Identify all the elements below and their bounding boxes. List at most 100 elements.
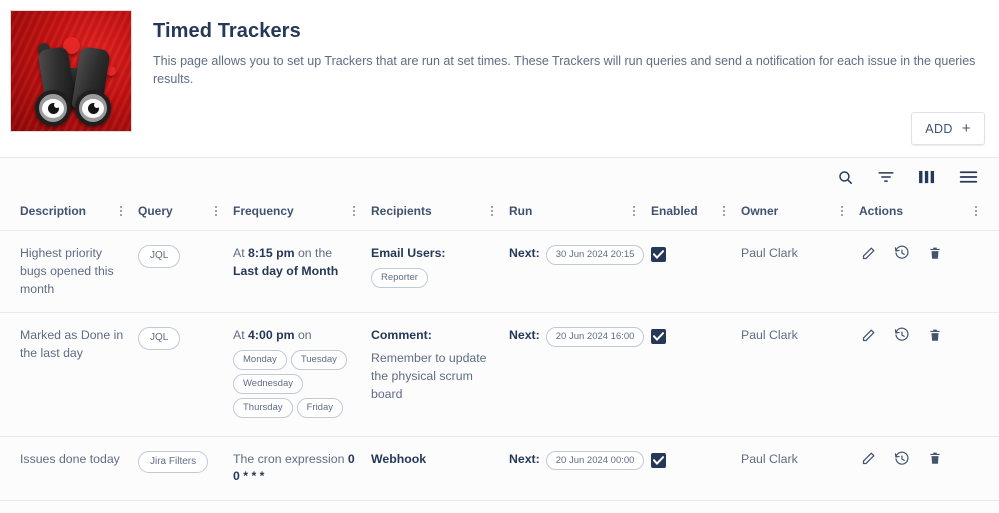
filter-icon[interactable]	[875, 166, 897, 188]
run-next-value: 20 Jun 2024 16:00	[545, 327, 645, 348]
column-menu-icon[interactable]	[118, 204, 124, 218]
table-toolbar	[0, 158, 999, 196]
run-next-value: 30 Jun 2024 20:15	[545, 245, 645, 265]
edit-icon[interactable]	[861, 328, 876, 343]
enabled-checkbox[interactable]	[651, 452, 666, 468]
plus-icon: +	[961, 120, 971, 137]
history-icon[interactable]	[894, 245, 910, 261]
cell-actions	[859, 230, 999, 314]
run-next-value: 20 Jun 2024 00:00	[545, 450, 645, 471]
column-label: Query	[138, 204, 173, 218]
cell-owner: Paul Clark	[741, 436, 859, 502]
column-header-owner[interactable]: Owner	[741, 196, 859, 231]
search-icon[interactable]	[834, 166, 856, 188]
column-header-query[interactable]: Query	[138, 196, 233, 231]
history-icon[interactable]	[894, 451, 910, 467]
column-menu-icon[interactable]	[351, 204, 357, 218]
cell-enabled	[651, 312, 741, 437]
query-type-chip[interactable]: Jira Filters	[138, 450, 209, 474]
frequency-prefix: The cron expression	[233, 451, 345, 466]
row-actions	[859, 245, 985, 261]
table-header-row: Description Query Frequency Recipients R…	[0, 196, 999, 231]
cell-query: JQL	[138, 230, 233, 314]
recipient-label: Email Users:	[371, 246, 446, 260]
delete-icon[interactable]	[928, 246, 942, 261]
recipient-chip[interactable]: Reporter	[371, 267, 428, 288]
frequency-middle: on the	[297, 246, 333, 260]
query-type-chip[interactable]: JQL	[138, 327, 181, 350]
binoculars-lens-right	[75, 90, 111, 126]
cell-query: JQL	[138, 312, 233, 437]
page-title: Timed Trackers	[153, 20, 301, 42]
add-button[interactable]: ADD +	[911, 112, 985, 145]
column-label: Actions	[859, 204, 904, 218]
enabled-checkbox[interactable]	[651, 247, 666, 262]
frequency-chip[interactable]: Wednesday	[233, 374, 303, 394]
column-menu-icon[interactable]	[631, 204, 637, 218]
column-label: Description	[20, 204, 87, 218]
cell-query: Jira Filters	[138, 436, 233, 502]
timed-trackers-page: Timed Trackers This page allows you to s…	[0, 0, 999, 513]
edit-icon[interactable]	[861, 451, 876, 466]
trackers-table-card: Description Query Frequency Recipients R…	[0, 157, 999, 513]
enabled-checkbox[interactable]	[651, 329, 666, 345]
column-header-frequency[interactable]: Frequency	[233, 196, 371, 231]
cell-run: Next: 30 Jun 2024 20:15	[509, 230, 651, 314]
header-text-block: Timed Trackers This page allows you to s…	[132, 10, 999, 132]
table-row[interactable]: Issues done today Jira Filters The cron ex…	[0, 436, 999, 502]
column-menu-icon[interactable]	[839, 204, 845, 218]
recipient-text: Remember to update the physical scrum bo…	[371, 351, 487, 401]
column-label: Recipients	[371, 204, 432, 218]
column-header-actions[interactable]: Actions	[859, 196, 999, 231]
frequency-chip[interactable]: Tuesday	[290, 350, 347, 371]
frequency-time: 4:00 pm	[248, 328, 295, 343]
menu-icon[interactable]	[957, 166, 979, 188]
column-menu-icon[interactable]	[489, 204, 495, 218]
cell-frequency: At 4:00 pm on Monday Tuesday Wednesday Thurs…	[233, 312, 371, 437]
add-button-label: ADD	[925, 121, 953, 136]
column-label: Run	[509, 204, 533, 218]
add-button-row: ADD +	[911, 112, 985, 145]
delete-icon[interactable]	[928, 328, 942, 343]
frequency-chip[interactable]: Thursday	[233, 397, 293, 418]
tracker-description: Issues done today	[20, 451, 120, 466]
frequency-chip[interactable]: Monday	[233, 350, 287, 371]
cell-run: Next: 20 Jun 2024 16:00	[509, 312, 651, 437]
owner-name: Paul Clark	[741, 328, 798, 343]
column-header-recipients[interactable]: Recipients	[371, 196, 509, 231]
cell-actions	[859, 436, 999, 502]
column-header-enabled[interactable]: Enabled	[651, 196, 741, 231]
history-icon[interactable]	[894, 327, 910, 343]
owner-name: Paul Clark	[741, 451, 798, 466]
frequency-chip[interactable]: Friday	[296, 397, 344, 418]
query-type-chip[interactable]: JQL	[138, 245, 181, 268]
tracker-description: Marked as Done in the last day	[20, 328, 124, 361]
cell-run: Next: 20 Jun 2024 00:00	[509, 436, 651, 502]
run-next-label: Next:	[509, 328, 540, 343]
table-body: Highest priority bugs opened this month J…	[0, 230, 999, 502]
column-label: Frequency	[233, 204, 294, 218]
frequency-time: 8:15 pm	[248, 246, 295, 260]
column-header-run[interactable]: Run	[509, 196, 651, 231]
recipient-label: Webhook	[371, 451, 427, 466]
edit-icon[interactable]	[861, 246, 876, 261]
columns-icon[interactable]	[916, 166, 938, 188]
binoculars-lens-left	[35, 90, 71, 126]
delete-icon[interactable]	[928, 451, 942, 466]
cell-description: Highest priority bugs opened this month	[0, 230, 138, 314]
frequency-suffix: Last day of Month	[233, 263, 339, 278]
page-description: This page allows you to set up Trackers …	[153, 54, 976, 86]
trackers-table: Description Query Frequency Recipients R…	[0, 196, 999, 502]
table-row[interactable]: Highest priority bugs opened this month J…	[0, 230, 999, 314]
frequency-days: Monday Tuesday Wednesday Thursday Friday	[233, 350, 351, 421]
column-header-description[interactable]: Description	[0, 196, 138, 231]
cell-actions	[859, 312, 999, 437]
cell-description: Issues done today	[0, 436, 138, 502]
run-next-label: Next:	[509, 451, 540, 466]
column-menu-icon[interactable]	[213, 204, 219, 218]
column-menu-icon[interactable]	[721, 204, 727, 218]
column-menu-icon[interactable]	[973, 204, 979, 218]
table-row[interactable]: Marked as Done in the last day JQL At 4:00…	[0, 312, 999, 437]
table-head: Description Query Frequency Recipients R…	[0, 196, 999, 231]
cell-frequency: The cron expression 0 0 * * *	[233, 436, 371, 502]
